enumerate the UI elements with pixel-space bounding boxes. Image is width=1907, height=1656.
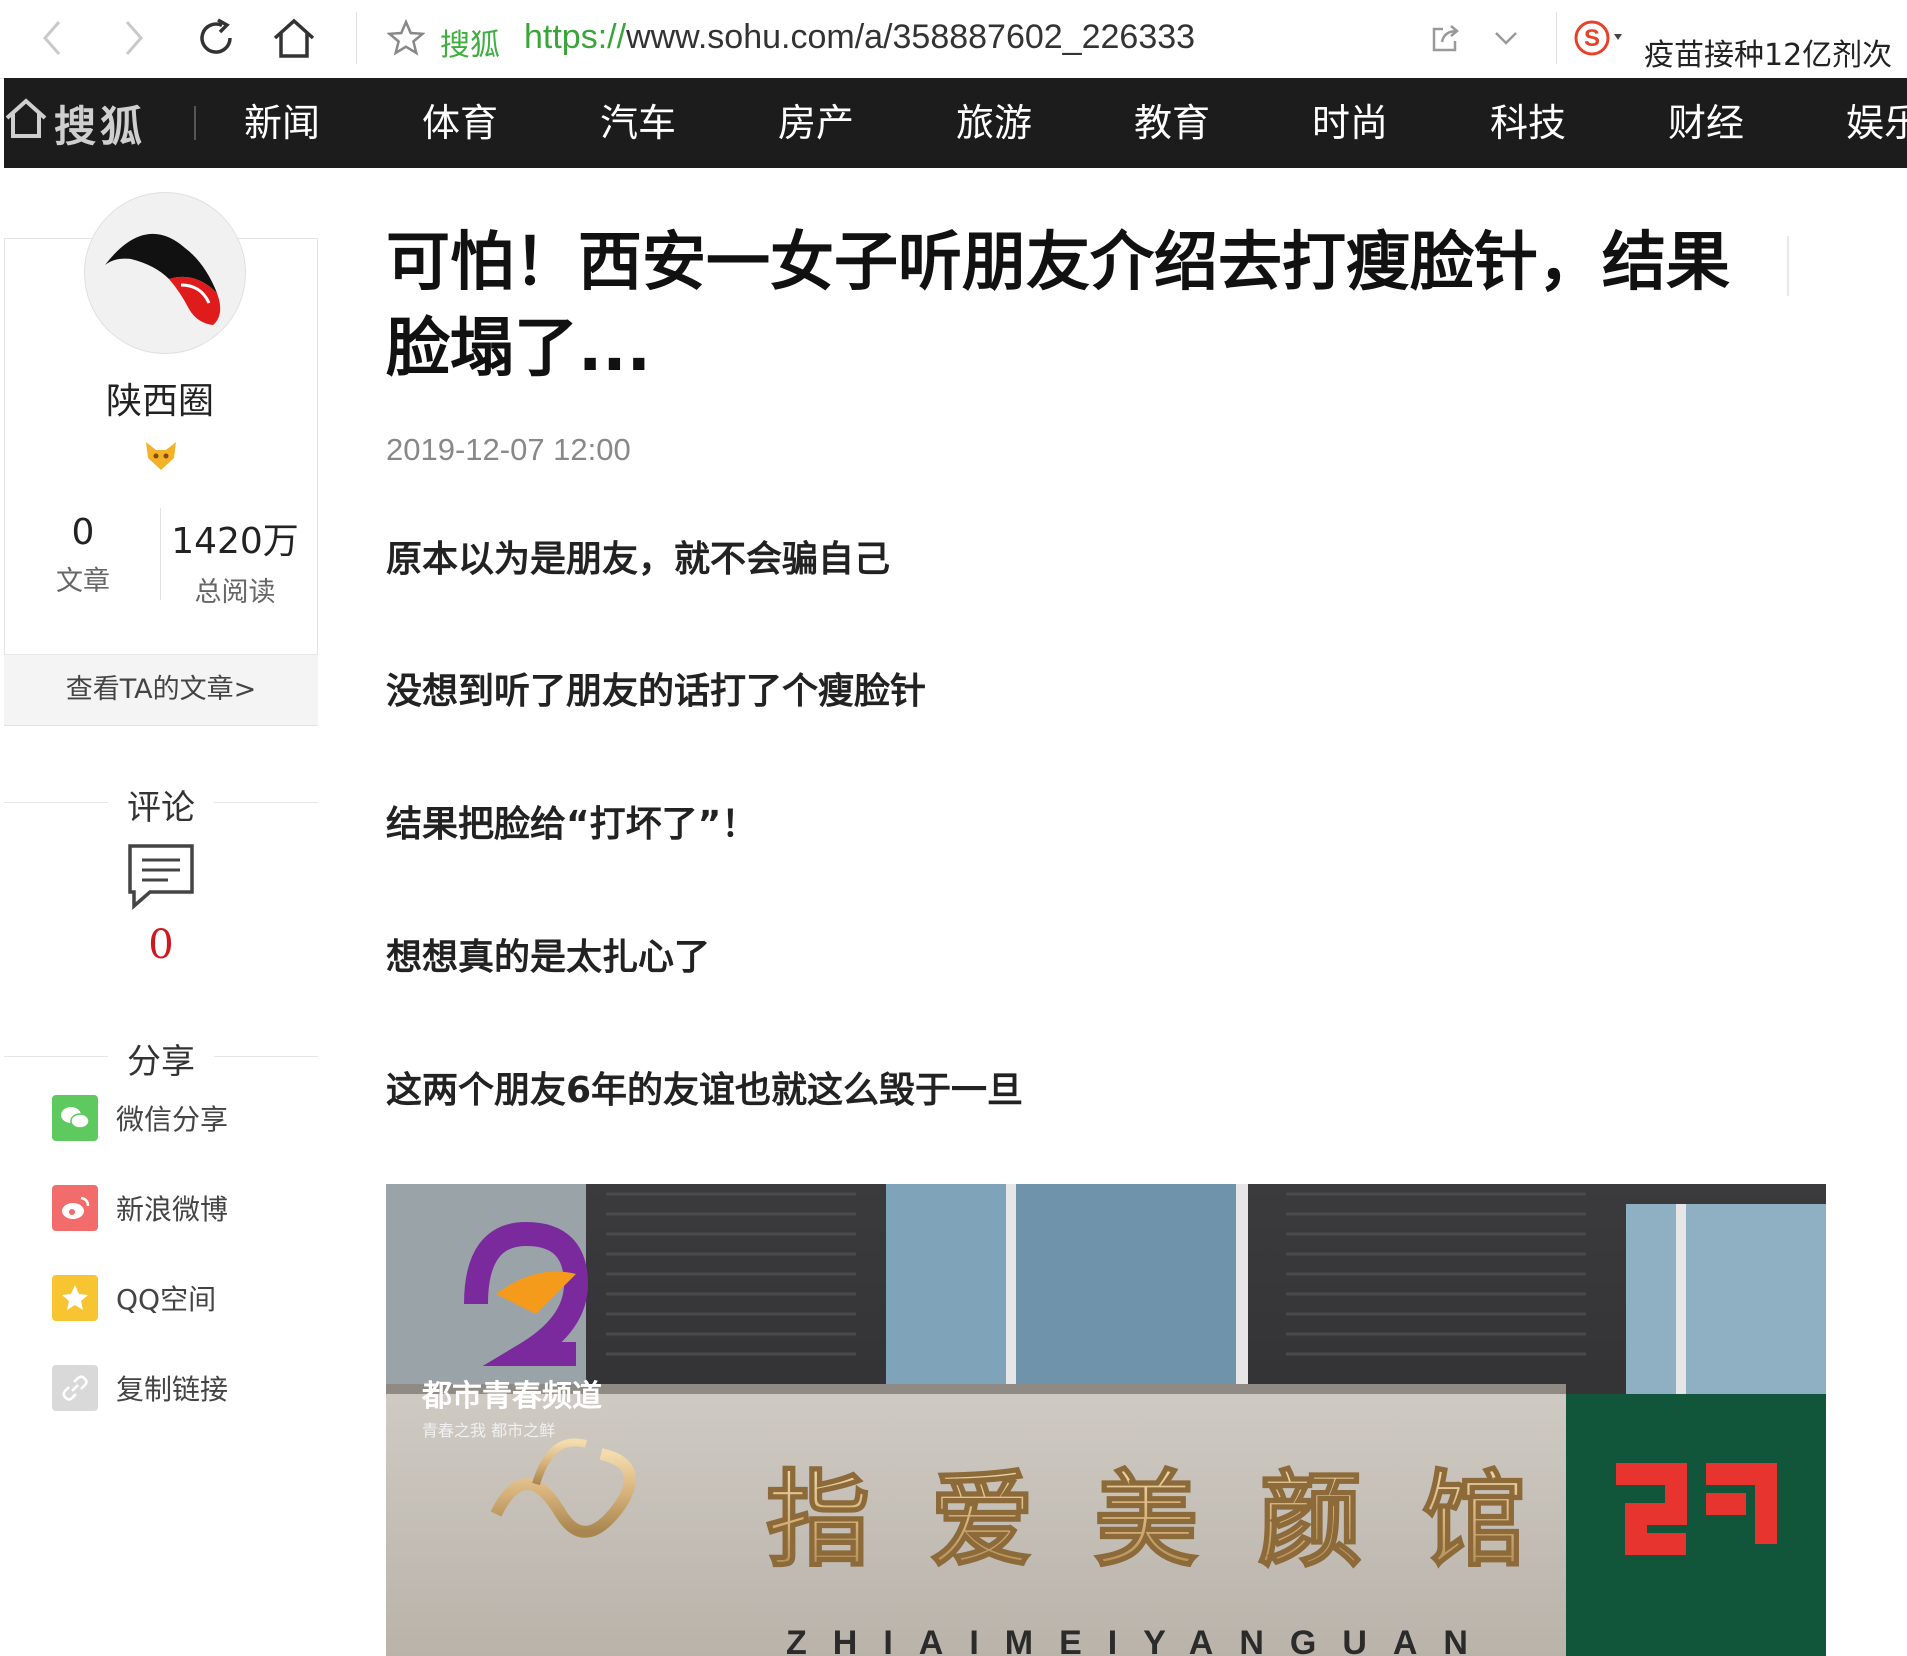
home-outline-icon <box>4 96 48 150</box>
wechat-icon <box>52 1095 98 1141</box>
title-scroll-marker <box>1787 236 1789 296</box>
view-author-articles-link[interactable]: 查看TA的文章> <box>4 654 318 725</box>
author-avatar[interactable] <box>84 192 246 354</box>
share-heading: 分享 <box>127 1042 195 1082</box>
copy-link-label: 复制链接 <box>116 1373 229 1406</box>
nav-item-news[interactable]: 新闻 <box>244 78 320 168</box>
address-bar[interactable]: https://www.sohu.com/a/358887602_226333 <box>524 18 1195 57</box>
share-weibo[interactable]: 新浪微博 <box>52 1184 228 1232</box>
nav-item-tech[interactable]: 科技 <box>1490 78 1566 168</box>
nav-item-education[interactable]: 教育 <box>1134 78 1210 168</box>
share-qzone[interactable]: QQ空间 <box>52 1274 216 1322</box>
divider-line <box>214 802 318 803</box>
url-text: www.sohu.com/a/358887602_226333 <box>626 18 1196 56</box>
nav-item-auto[interactable]: 汽车 <box>600 78 676 168</box>
nav-item-finance[interactable]: 财经 <box>1668 78 1744 168</box>
home-icon <box>271 16 317 60</box>
copy-link[interactable]: 复制链接 <box>52 1364 228 1412</box>
star-icon <box>387 19 425 57</box>
share-wechat-label: 微信分享 <box>116 1103 229 1136</box>
weibo-icon <box>52 1185 98 1231</box>
comments-section: 评论 <box>4 780 318 829</box>
share-out-icon <box>1429 21 1463 55</box>
sogou-search-icon: S <box>1572 18 1630 58</box>
nav-item-sports[interactable]: 体育 <box>422 78 498 168</box>
fox-logo-icon <box>105 233 221 325</box>
total-reads-stat: 1420万 总阅读 <box>160 512 310 609</box>
total-reads: 1420万 <box>171 521 299 562</box>
sohu-logo[interactable]: 搜狐 <box>4 78 146 168</box>
author-name[interactable]: 陕西圈 <box>4 372 316 424</box>
site-nav: 搜狐 新闻 体育 汽车 房产 旅游 教育 时尚 科技 财经 娱乐 <box>4 78 1907 168</box>
divider-line <box>4 1056 108 1057</box>
share-wechat[interactable]: 微信分享 <box>52 1094 228 1142</box>
share-page-button[interactable] <box>1420 10 1472 66</box>
back-button[interactable] <box>26 10 78 66</box>
search-suggestion[interactable]: 疫苗接种12亿剂次 <box>1644 30 1892 74</box>
article-title: 可怕！西安一女子听朋友介绍去打瘦脸针，结果脸塌了... <box>386 226 1730 386</box>
nav-item-realestate[interactable]: 房产 <box>778 78 854 168</box>
article-count-stat: 0 文章 <box>8 512 158 598</box>
chevron-down-icon <box>1492 28 1520 48</box>
site-name-label: 搜狐 <box>440 28 500 63</box>
total-reads-label: 总阅读 <box>194 577 276 608</box>
nav-item-travel[interactable]: 旅游 <box>956 78 1032 168</box>
nav-item-entertainment[interactable]: 娱乐 <box>1846 78 1907 168</box>
article-paragraph: 原本以为是朋友，就不会骗自己 <box>386 539 891 580</box>
bookmark-button[interactable] <box>380 10 432 66</box>
comment-count[interactable]: 0 <box>4 922 318 968</box>
link-icon <box>52 1365 98 1411</box>
qzone-icon <box>52 1275 98 1321</box>
chevron-left-icon <box>37 18 67 58</box>
share-weibo-label: 新浪微博 <box>116 1193 229 1226</box>
share-qzone-label: QQ空间 <box>116 1283 217 1316</box>
svg-text:S: S <box>1584 25 1600 52</box>
article-paragraph: 这两个朋友6年的友谊也就这么毁于一旦 <box>386 1070 1024 1111</box>
logo-text: 搜狐 <box>54 101 147 151</box>
search-engine-button[interactable]: S <box>1568 10 1634 66</box>
divider-line <box>214 1056 318 1057</box>
article-paragraph: 结果把脸给“打坏了”！ <box>386 804 758 845</box>
article-paragraph: 想想真的是太扎心了 <box>386 937 711 978</box>
sign-text: 指爱美颜馆 <box>766 1459 1586 1581</box>
dropdown-button[interactable] <box>1480 10 1532 66</box>
sign-pinyin: ZHIAIMEIYANGUAN <box>786 1624 1494 1656</box>
article-date: 2019-12-07 12:00 <box>386 432 631 467</box>
browser-toolbar: 搜狐 https://www.sohu.com/a/358887602_2263… <box>0 0 1907 79</box>
storefront-photo: 都市青春频道 青春之我 都市之鲜 指爱美颜馆 ZHIAIMEIYANGUAN <box>386 1184 1826 1656</box>
home-button[interactable] <box>268 10 320 66</box>
toolbar-separator <box>1556 12 1557 64</box>
article-count: 0 <box>71 512 95 553</box>
nav-divider <box>194 106 196 140</box>
comments-heading: 评论 <box>127 788 195 828</box>
article-count-label: 文章 <box>56 566 110 597</box>
channel-slogan: 青春之我 都市之鲜 <box>422 1421 555 1440</box>
reload-icon <box>194 16 238 60</box>
nav-item-fashion[interactable]: 时尚 <box>1312 78 1388 168</box>
comment-icon[interactable] <box>126 842 196 914</box>
url-scheme: https:// <box>524 18 627 56</box>
chevron-right-icon <box>119 18 149 58</box>
channel-name: 都市青春频道 <box>421 1379 602 1414</box>
article-paragraph: 没想到听了朋友的话打了个瘦脸针 <box>386 671 927 712</box>
toolbar-separator <box>356 12 357 64</box>
reload-button[interactable] <box>190 10 242 66</box>
forward-button[interactable] <box>108 10 160 66</box>
article-image[interactable]: 都市青春频道 青春之我 都市之鲜 指爱美颜馆 ZHIAIMEIYANGUAN <box>386 1184 1826 1656</box>
fox-badge-icon <box>142 436 180 474</box>
divider-line <box>4 802 108 803</box>
share-section: 分享 <box>4 1034 318 1083</box>
